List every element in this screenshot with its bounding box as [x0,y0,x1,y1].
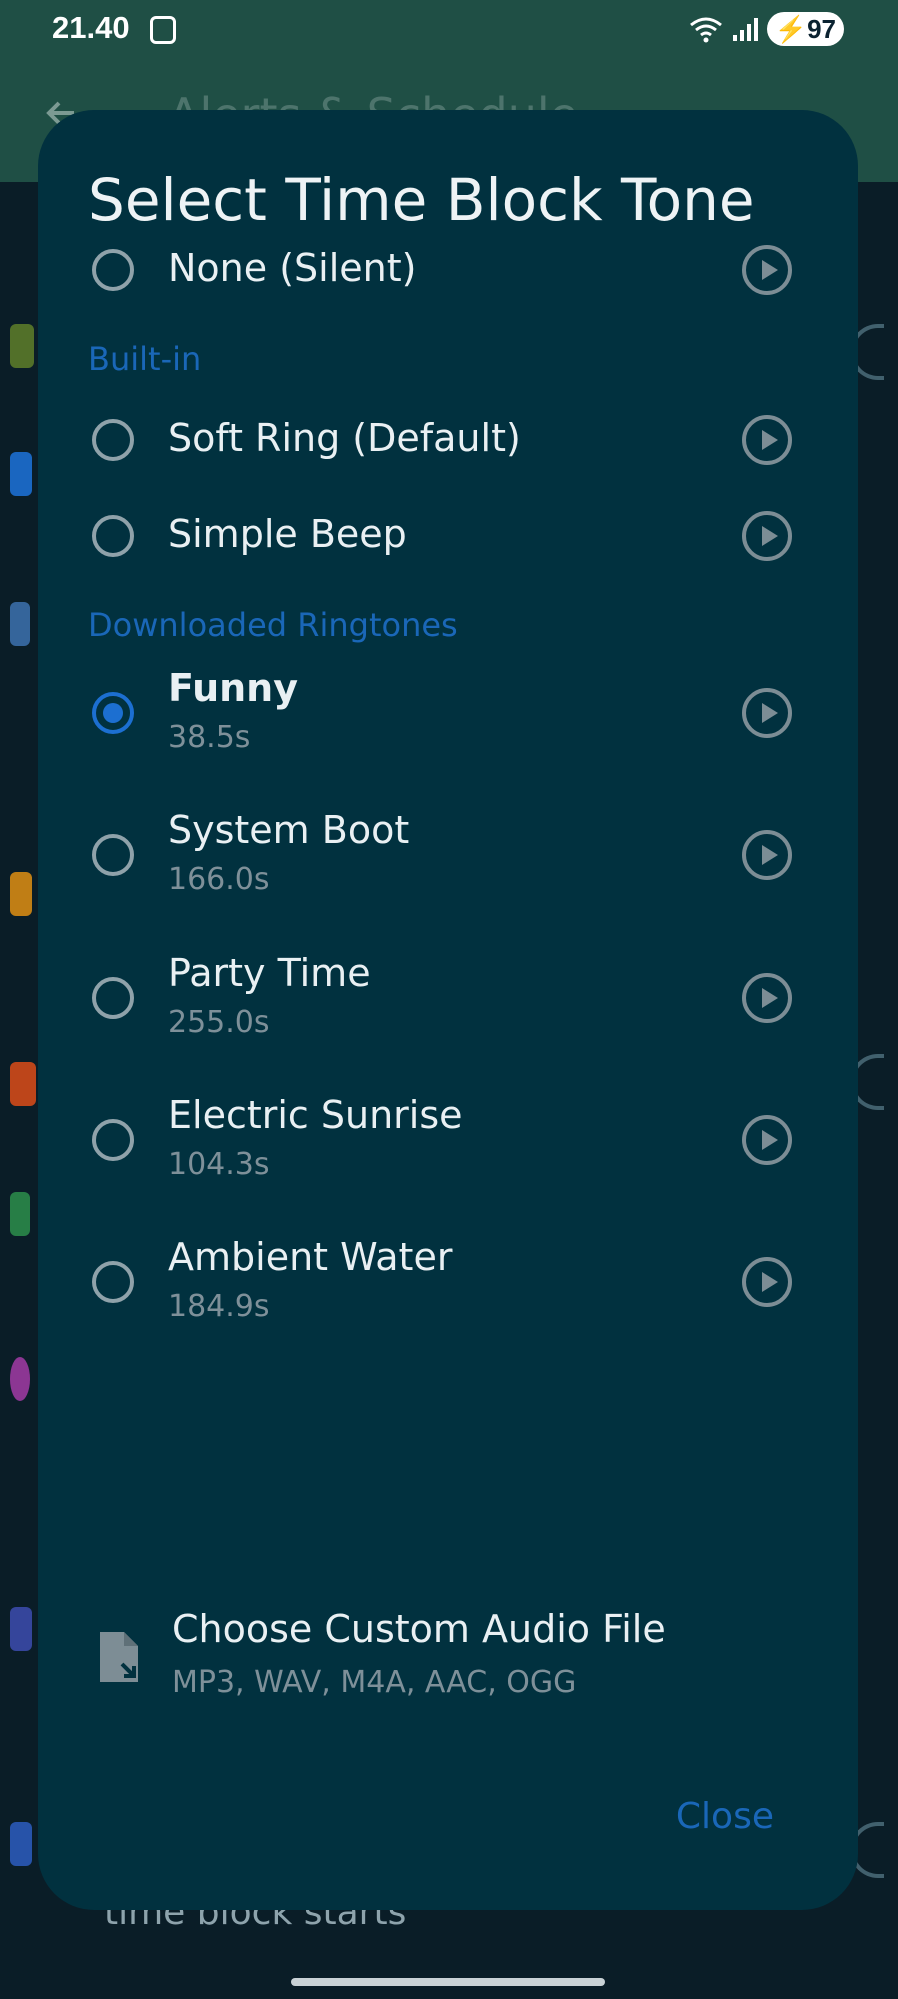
play-icon[interactable] [742,415,792,465]
battery-level: 97 [807,13,836,44]
tone-label: Funny [168,666,298,710]
dialog-title: Select Time Block Tone [88,166,755,234]
radio-button-selected[interactable] [92,692,134,734]
tone-duration: 255.0s [168,1005,270,1040]
play-icon[interactable] [742,1257,792,1307]
tone-label: Simple Beep [168,512,407,556]
gesture-home-bar[interactable] [291,1978,605,1986]
blocks-icon [10,602,30,646]
vibration-icon [10,1062,36,1106]
tone-label: Soft Ring (Default) [168,416,521,460]
audio-file-icon [100,1632,138,1682]
tone-duration: 166.0s [168,862,270,897]
tone-label: None (Silent) [168,246,417,290]
status-icons: ⚡ 97 [689,12,844,46]
tone-duration: 104.3s [168,1147,270,1182]
radio-button[interactable] [92,1261,134,1303]
tone-option-party-time[interactable]: Party Time 255.0s [38,951,858,1055]
tone-label: System Boot [168,808,410,852]
radio-button[interactable] [92,977,134,1019]
play-icon[interactable] [742,973,792,1023]
tone-option-funny[interactable]: Funny 38.5s [38,666,858,770]
tone-label: Ambient Water [168,1235,453,1279]
battery-icon: ⚡ 97 [766,12,844,46]
close-button[interactable]: Close [676,1796,774,1837]
bell-icon [10,1822,32,1866]
play-icon[interactable] [742,1115,792,1165]
tone-option-none[interactable]: None (Silent) [38,240,858,300]
tone-duration: 184.9s [168,1289,270,1324]
screenshot-icon [150,16,176,44]
alarm-icon [10,872,32,916]
radio-button[interactable] [92,834,134,876]
signal-icon [732,18,758,41]
image-icon [10,1192,30,1236]
wifi-icon [689,17,722,43]
note-icon [10,1607,32,1651]
play-icon[interactable] [742,688,792,738]
custom-audio-formats: MP3, WAV, M4A, AAC, OGG [172,1665,577,1700]
section-label-builtin: Built-in [88,340,202,378]
status-time: 21.40 [52,10,130,45]
tone-option-system-boot[interactable]: System Boot 166.0s [38,808,858,912]
tone-option-ambient-water[interactable]: Ambient Water 184.9s [38,1235,858,1339]
status-bar: 21.40 ⚡ 97 [0,0,898,60]
radio-button[interactable] [92,1119,134,1161]
tone-option-electric-sunrise[interactable]: Electric Sunrise 104.3s [38,1093,858,1197]
play-icon[interactable] [742,830,792,880]
calendar-icon [10,452,32,496]
tone-dialog: Select Time Block Tone None (Silent) Bui… [38,110,858,1910]
radio-button[interactable] [92,515,134,557]
tone-option-simple-beep[interactable]: Simple Beep [38,506,858,566]
tone-label: Electric Sunrise [168,1093,463,1137]
custom-audio-title: Choose Custom Audio File [172,1607,666,1651]
timer-icon [10,324,34,368]
radio-button[interactable] [92,249,134,291]
tone-option-soft-ring[interactable]: Soft Ring (Default) [38,410,858,470]
play-icon[interactable] [742,245,792,295]
play-icon[interactable] [742,511,792,561]
radio-button[interactable] [92,419,134,461]
tone-label: Party Time [168,951,371,995]
tone-duration: 38.5s [168,720,251,755]
palette-icon [10,1357,30,1401]
section-label-downloaded: Downloaded Ringtones [88,606,458,644]
